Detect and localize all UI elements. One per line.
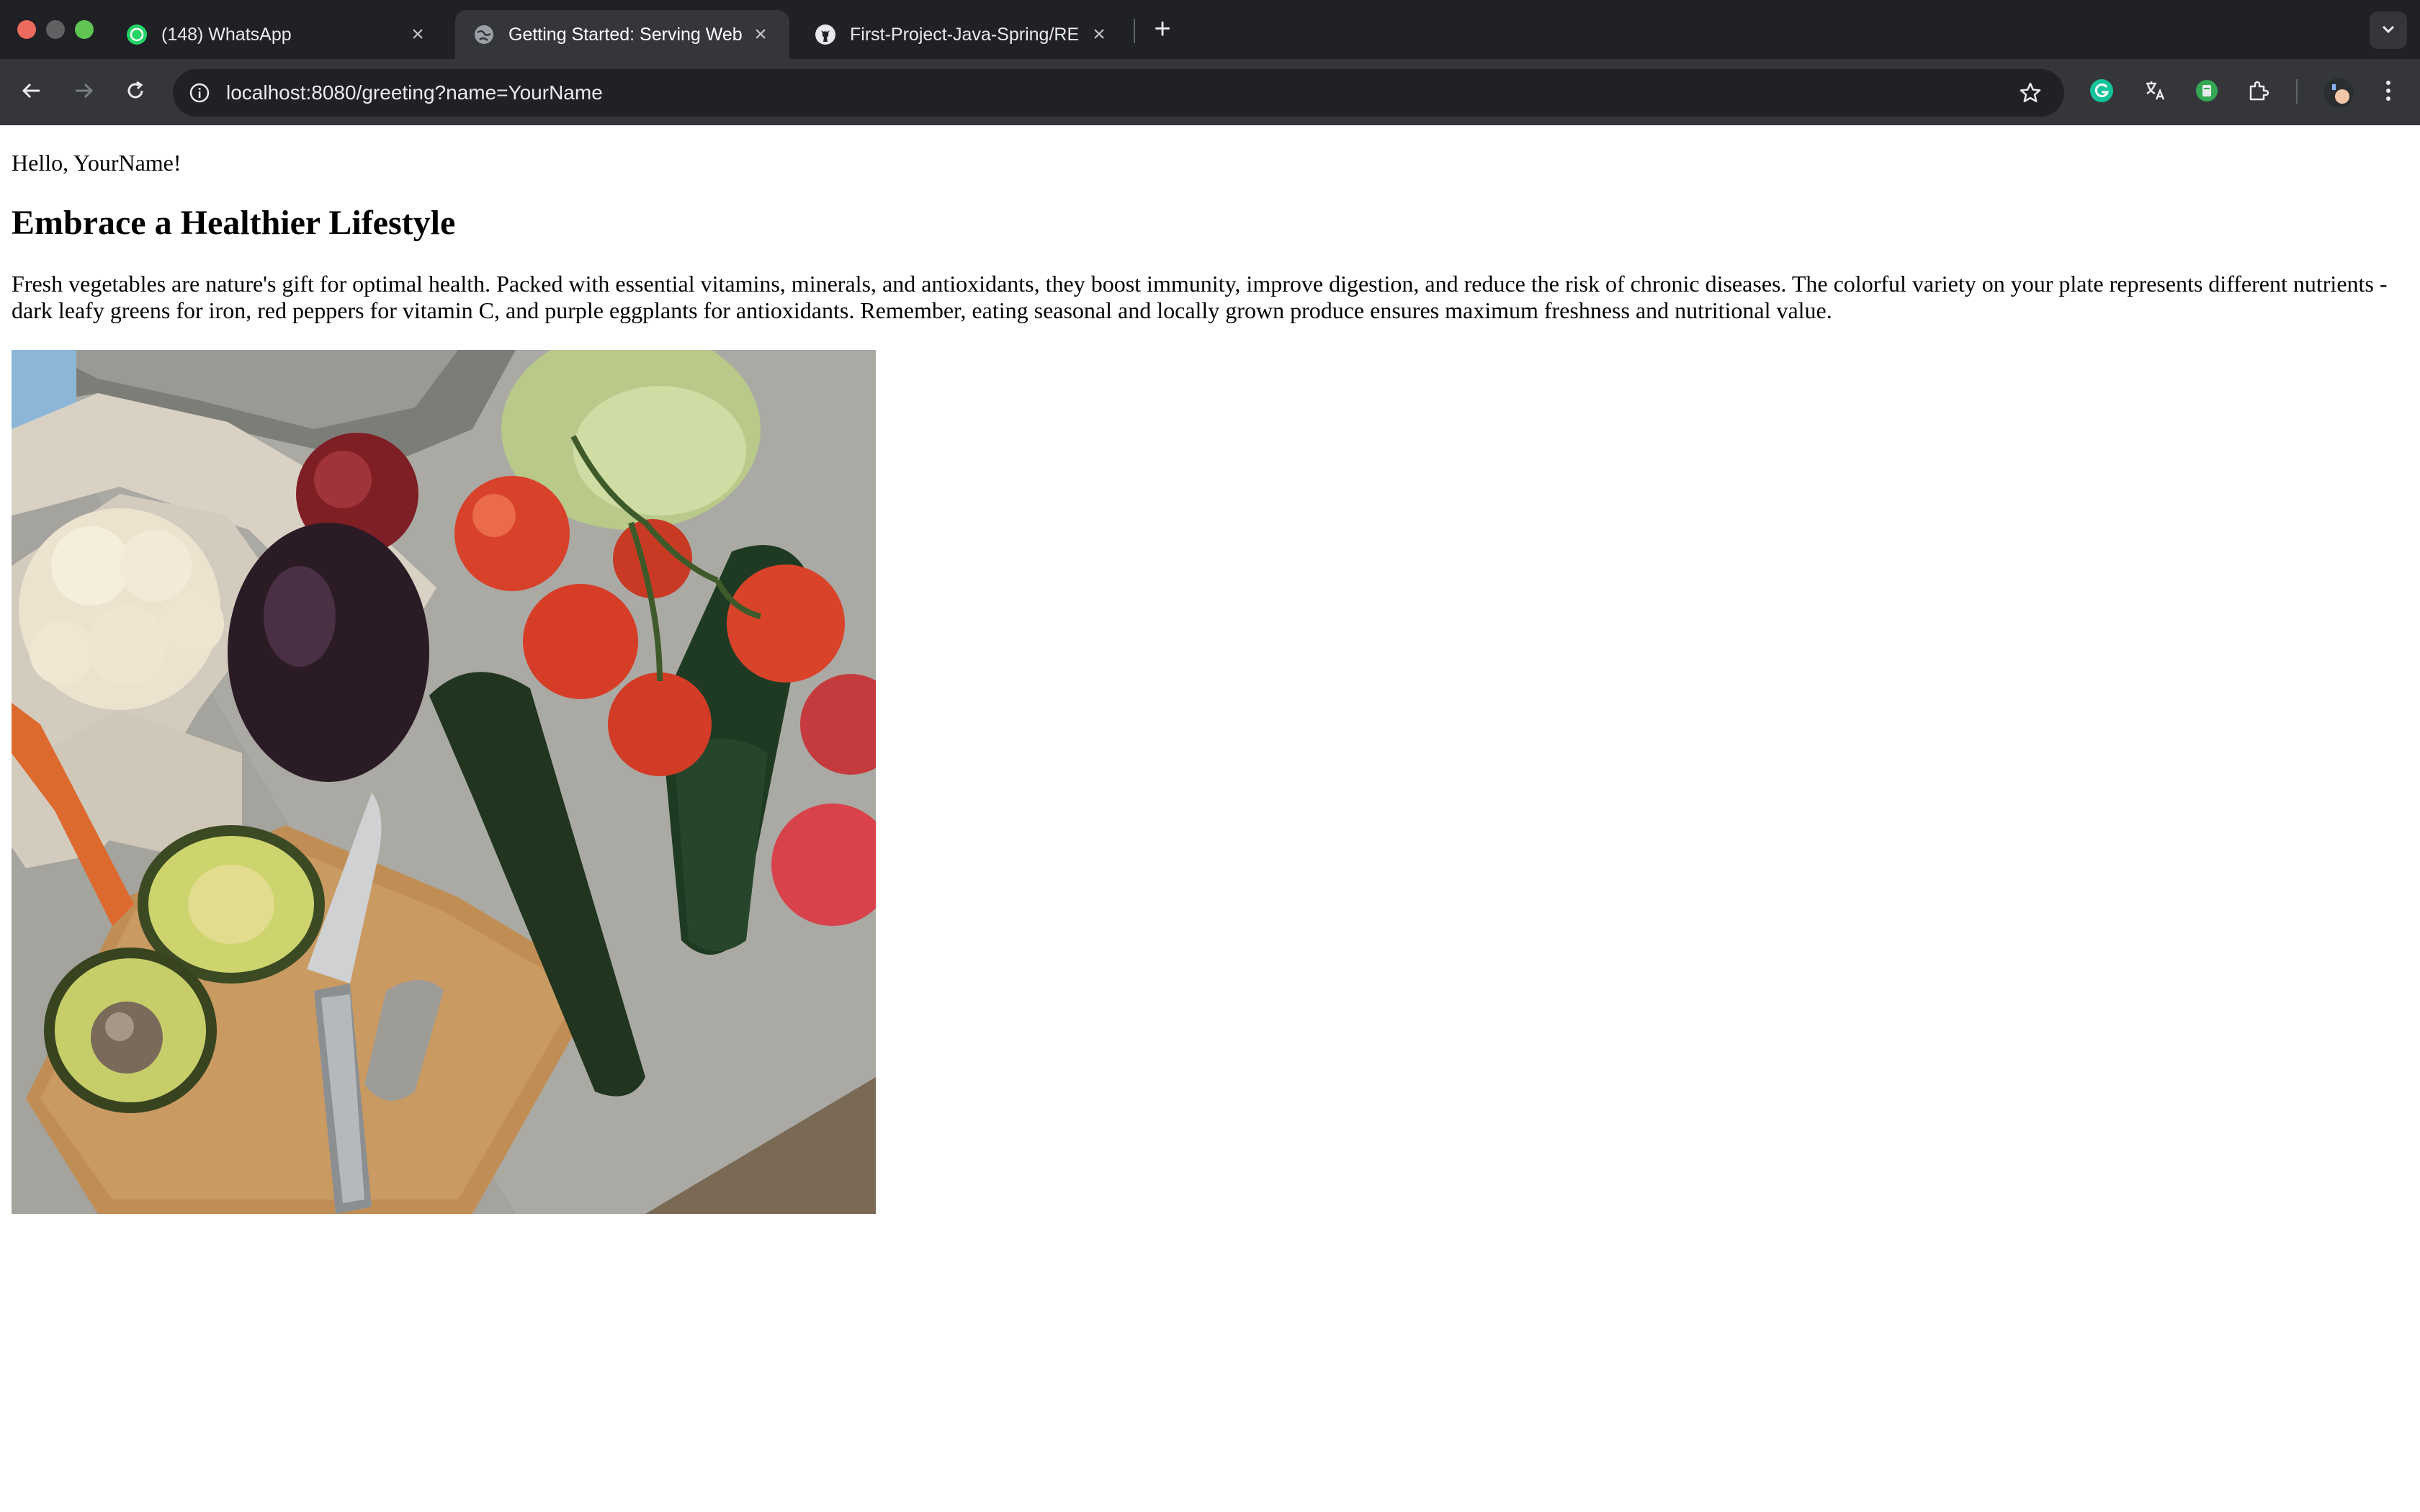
tab-getting-started[interactable]: Getting Started: Serving Web × bbox=[455, 10, 789, 59]
info-icon[interactable] bbox=[187, 81, 212, 105]
toolbar-divider bbox=[2296, 79, 2298, 104]
tab-title: (148) WhatsApp bbox=[161, 24, 292, 45]
grammarly-icon bbox=[2089, 78, 2115, 107]
tab-github[interactable]: First-Project-Java-Spring/RE × bbox=[797, 10, 1128, 59]
tab-separator bbox=[1134, 19, 1135, 43]
translate-icon bbox=[2142, 78, 2168, 107]
github-icon bbox=[814, 23, 837, 46]
vegetables-image bbox=[12, 350, 876, 1214]
tab-strip: (148) WhatsApp × Getting Started: Servin… bbox=[0, 0, 2420, 59]
page-heading: Embrace a Healthier Lifestyle bbox=[12, 204, 456, 242]
greeting-text: Hello, YourName! bbox=[12, 150, 182, 176]
arrow-left-icon bbox=[19, 78, 44, 107]
green-extension-button[interactable] bbox=[2192, 78, 2221, 107]
chevron-down-icon bbox=[2380, 20, 2397, 41]
whatsapp-icon bbox=[125, 23, 148, 46]
minimize-window-button[interactable] bbox=[46, 20, 65, 39]
grammarly-extension-button[interactable] bbox=[2087, 78, 2116, 107]
translate-extension-button[interactable] bbox=[2141, 78, 2169, 107]
new-tab-button[interactable]: + bbox=[1147, 13, 1178, 45]
close-icon[interactable]: × bbox=[1088, 22, 1111, 46]
address-bar[interactable]: localhost:8080/greeting?name=YourName bbox=[173, 69, 2064, 117]
back-button[interactable] bbox=[17, 78, 46, 107]
more-vert-icon bbox=[2385, 78, 2392, 107]
reload-icon bbox=[123, 78, 148, 107]
close-icon[interactable]: × bbox=[749, 22, 772, 46]
tab-title: Getting Started: Serving Web bbox=[508, 24, 743, 45]
bookmark-star-icon[interactable] bbox=[2017, 79, 2044, 107]
reload-button[interactable] bbox=[121, 78, 150, 107]
page-content: Hello, YourName! Embrace a Healthier Lif… bbox=[0, 127, 2420, 1512]
maximize-window-button[interactable] bbox=[75, 20, 94, 39]
extensions-button[interactable] bbox=[2244, 78, 2273, 107]
puzzle-icon bbox=[2246, 78, 2272, 107]
url-text[interactable]: localhost:8080/greeting?name=YourName bbox=[226, 69, 603, 117]
extension-badge-icon bbox=[2194, 78, 2220, 107]
profile-avatar[interactable] bbox=[2323, 78, 2354, 108]
tab-title: First-Project-Java-Spring/RE bbox=[850, 24, 1080, 45]
forward-button[interactable] bbox=[69, 78, 98, 107]
close-icon[interactable]: × bbox=[406, 22, 429, 46]
globe-icon bbox=[472, 23, 496, 46]
close-window-button[interactable] bbox=[17, 20, 36, 39]
browser-menu-button[interactable] bbox=[2375, 78, 2401, 107]
intro-paragraph: Fresh vegetables are nature's gift for o… bbox=[12, 271, 2388, 323]
arrow-right-icon bbox=[71, 78, 96, 107]
tab-search-button[interactable] bbox=[2370, 12, 2407, 49]
tab-whatsapp[interactable]: (148) WhatsApp × bbox=[108, 10, 447, 59]
